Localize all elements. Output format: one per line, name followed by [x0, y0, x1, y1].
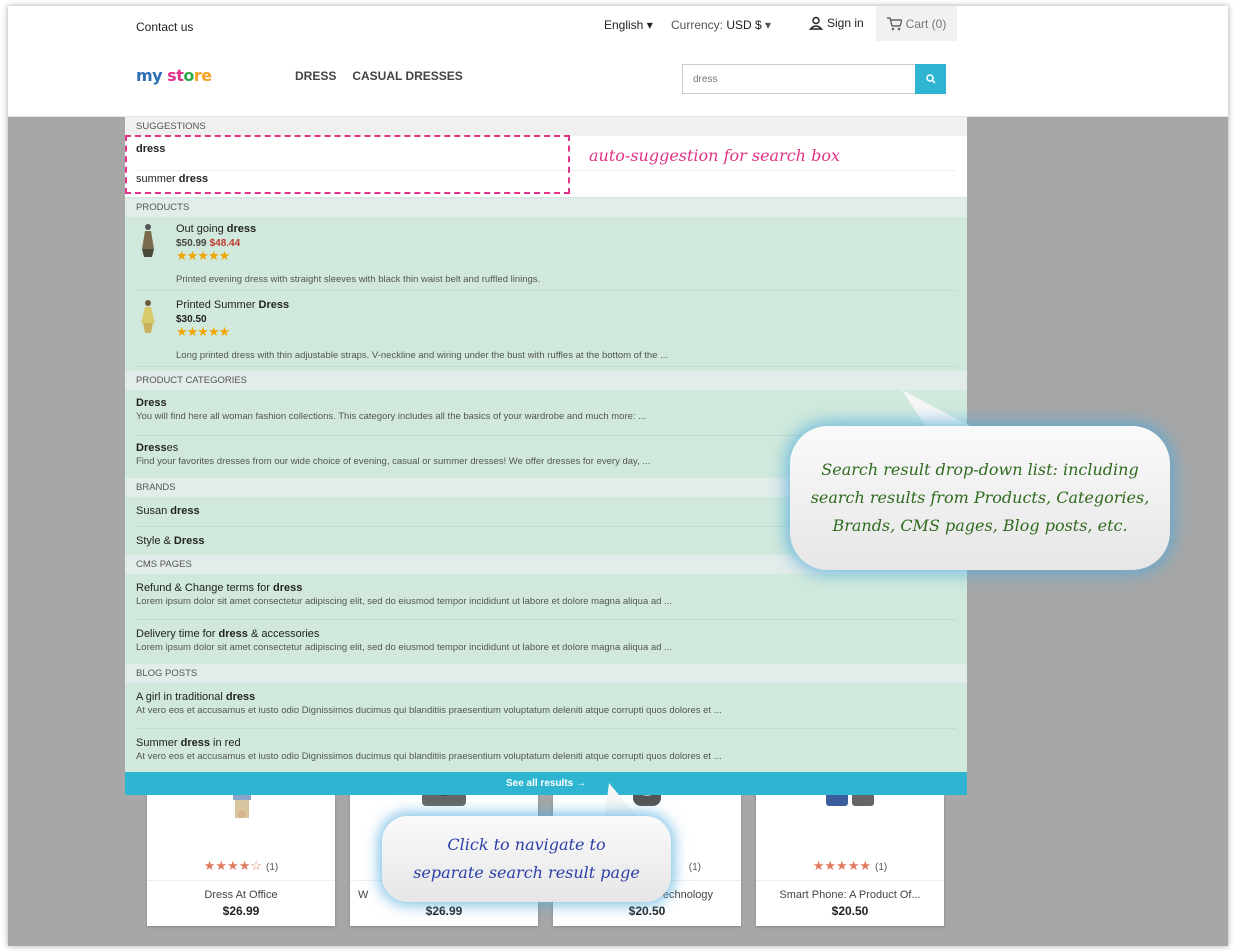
section-header: PRODUCTS	[125, 198, 967, 217]
caret-down-icon: ▾	[765, 18, 772, 32]
section-header: BLOG POSTS	[125, 664, 967, 683]
section-header: PRODUCT CATEGORIES	[125, 371, 967, 390]
nav-item-dress[interactable]: DRESS	[295, 69, 336, 83]
product-result[interactable]: Printed Summer Dress $30.50 ★★★★★ Long p…	[136, 299, 956, 367]
main-nav: DRESS CASUAL DRESSES	[295, 69, 463, 83]
cart-icon	[886, 16, 902, 30]
currency-value: USD $	[726, 18, 762, 32]
rating-stars: ★★★★★	[176, 248, 230, 263]
product-description: Printed evening dress with straight slee…	[176, 274, 541, 285]
product-price: $26.99	[425, 904, 463, 918]
caret-down-icon: ▾	[646, 18, 653, 32]
product-price: $20.50	[831, 904, 869, 918]
product-thumbnail	[141, 300, 155, 333]
cms-result[interactable]: Refund & Change terms for dress Lorem ip…	[136, 582, 956, 620]
product-price: $20.50	[628, 904, 666, 918]
language-selector[interactable]: English ▾	[604, 18, 653, 32]
signin-link[interactable]: Sign in	[809, 16, 864, 30]
browser-viewport: ★★★★☆ (1) Dress At Office $26.99 W $26.99…	[8, 6, 1228, 946]
callout-navigate-note: Click to navigate to separate search resu…	[382, 816, 671, 902]
nav-item-casual-dresses[interactable]: CASUAL DRESSES	[352, 69, 462, 83]
contact-link[interactable]: Contact us	[136, 20, 193, 34]
search-input[interactable]	[683, 65, 915, 93]
language-value: English	[604, 18, 644, 32]
search-box	[682, 64, 946, 94]
blog-result[interactable]: A girl in traditional dress At vero eos …	[136, 691, 956, 729]
search-button[interactable]	[915, 64, 946, 94]
currency-label: Currency:	[671, 18, 724, 32]
cart-button[interactable]: Cart (0)	[876, 6, 957, 41]
currency-selector[interactable]: Currency: USD $ ▾	[671, 18, 771, 32]
section-header: SUGGESTIONS	[125, 117, 967, 136]
product-result[interactable]: Out going dress $50.99 $48.44 ★★★★★ Print…	[136, 223, 956, 291]
see-all-results-button[interactable]: See all results →	[125, 772, 967, 795]
signin-label: Sign in	[827, 16, 864, 30]
search-icon	[925, 74, 936, 84]
annotation-suggest: auto-suggestion for search box	[589, 146, 840, 165]
user-icon	[809, 16, 823, 30]
product-thumbnail	[142, 224, 154, 257]
cms-result[interactable]: Delivery time for dress & accessories Lo…	[136, 628, 956, 663]
product-price: $26.99	[222, 904, 260, 918]
product-description: Long printed dress with thin adjustable …	[176, 350, 668, 361]
rating-stars: ★★★★☆ (1)	[203, 858, 279, 873]
cart-label: Cart (0)	[905, 16, 947, 31]
blog-result[interactable]: Summer dress in red At vero eos et accus…	[136, 737, 956, 771]
store-logo[interactable]: my store	[136, 66, 212, 85]
suggestion-highlight-box	[125, 135, 570, 194]
site-header: Contact us English ▾ Currency: USD $ ▾ S…	[8, 6, 1228, 117]
product-name[interactable]: Smart Phone: A Product Of...	[756, 880, 944, 901]
rating-stars: ★★★★★ (1)	[812, 858, 888, 873]
rating-stars: ★★★★★	[176, 324, 230, 339]
product-name[interactable]: Dress At Office	[147, 880, 335, 901]
callout-dropdown-note: Search result drop-down list: including s…	[790, 426, 1170, 570]
